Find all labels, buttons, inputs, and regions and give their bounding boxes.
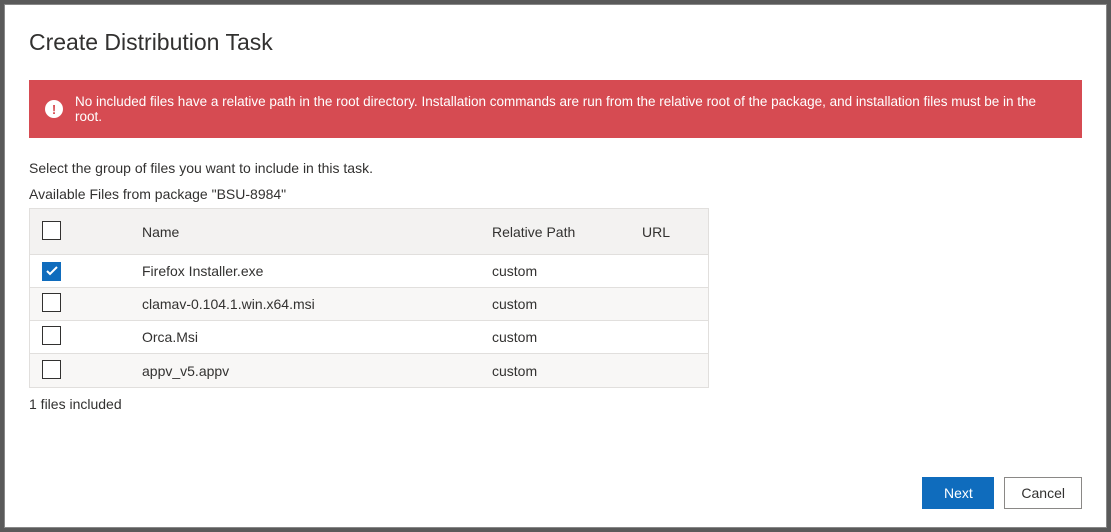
cancel-button[interactable]: Cancel	[1004, 477, 1082, 509]
table-header-row: Name Relative Path URL	[30, 209, 708, 255]
column-url[interactable]: URL	[642, 224, 722, 240]
table-row[interactable]: Firefox Installer.exe custom	[30, 255, 708, 288]
select-all-checkbox[interactable]	[42, 221, 61, 240]
row-checkbox[interactable]	[42, 326, 61, 345]
file-relative-path: custom	[492, 363, 642, 379]
file-name: appv_v5.appv	[142, 363, 492, 379]
alert-icon: !	[45, 100, 63, 118]
alert-message: No included files have a relative path i…	[75, 94, 1066, 124]
table-row[interactable]: Orca.Msi custom	[30, 321, 708, 354]
row-checkbox[interactable]	[42, 293, 61, 312]
file-relative-path: custom	[492, 296, 642, 312]
files-included-summary: 1 files included	[29, 396, 1082, 412]
column-relative-path[interactable]: Relative Path	[492, 224, 642, 240]
error-alert: ! No included files have a relative path…	[29, 80, 1082, 138]
next-button[interactable]: Next	[922, 477, 994, 509]
file-name: Firefox Installer.exe	[142, 263, 492, 279]
dialog-title: Create Distribution Task	[29, 29, 1082, 56]
file-relative-path: custom	[492, 263, 642, 279]
instruction-text: Select the group of files you want to in…	[29, 160, 1082, 176]
create-distribution-task-dialog: Create Distribution Task ! No included f…	[4, 4, 1107, 528]
file-name: Orca.Msi	[142, 329, 492, 345]
dialog-buttons: Next Cancel	[29, 477, 1082, 509]
table-row[interactable]: clamav-0.104.1.win.x64.msi custom	[30, 288, 708, 321]
row-checkbox[interactable]	[42, 262, 61, 281]
file-relative-path: custom	[492, 329, 642, 345]
select-all-cell	[42, 221, 142, 243]
table-row[interactable]: appv_v5.appv custom	[30, 354, 708, 387]
available-files-label: Available Files from package "BSU-8984"	[29, 186, 1082, 202]
row-checkbox[interactable]	[42, 360, 61, 379]
column-name[interactable]: Name	[142, 224, 492, 240]
files-table: Name Relative Path URL Firefox Installer…	[29, 208, 709, 388]
file-name: clamav-0.104.1.win.x64.msi	[142, 296, 492, 312]
